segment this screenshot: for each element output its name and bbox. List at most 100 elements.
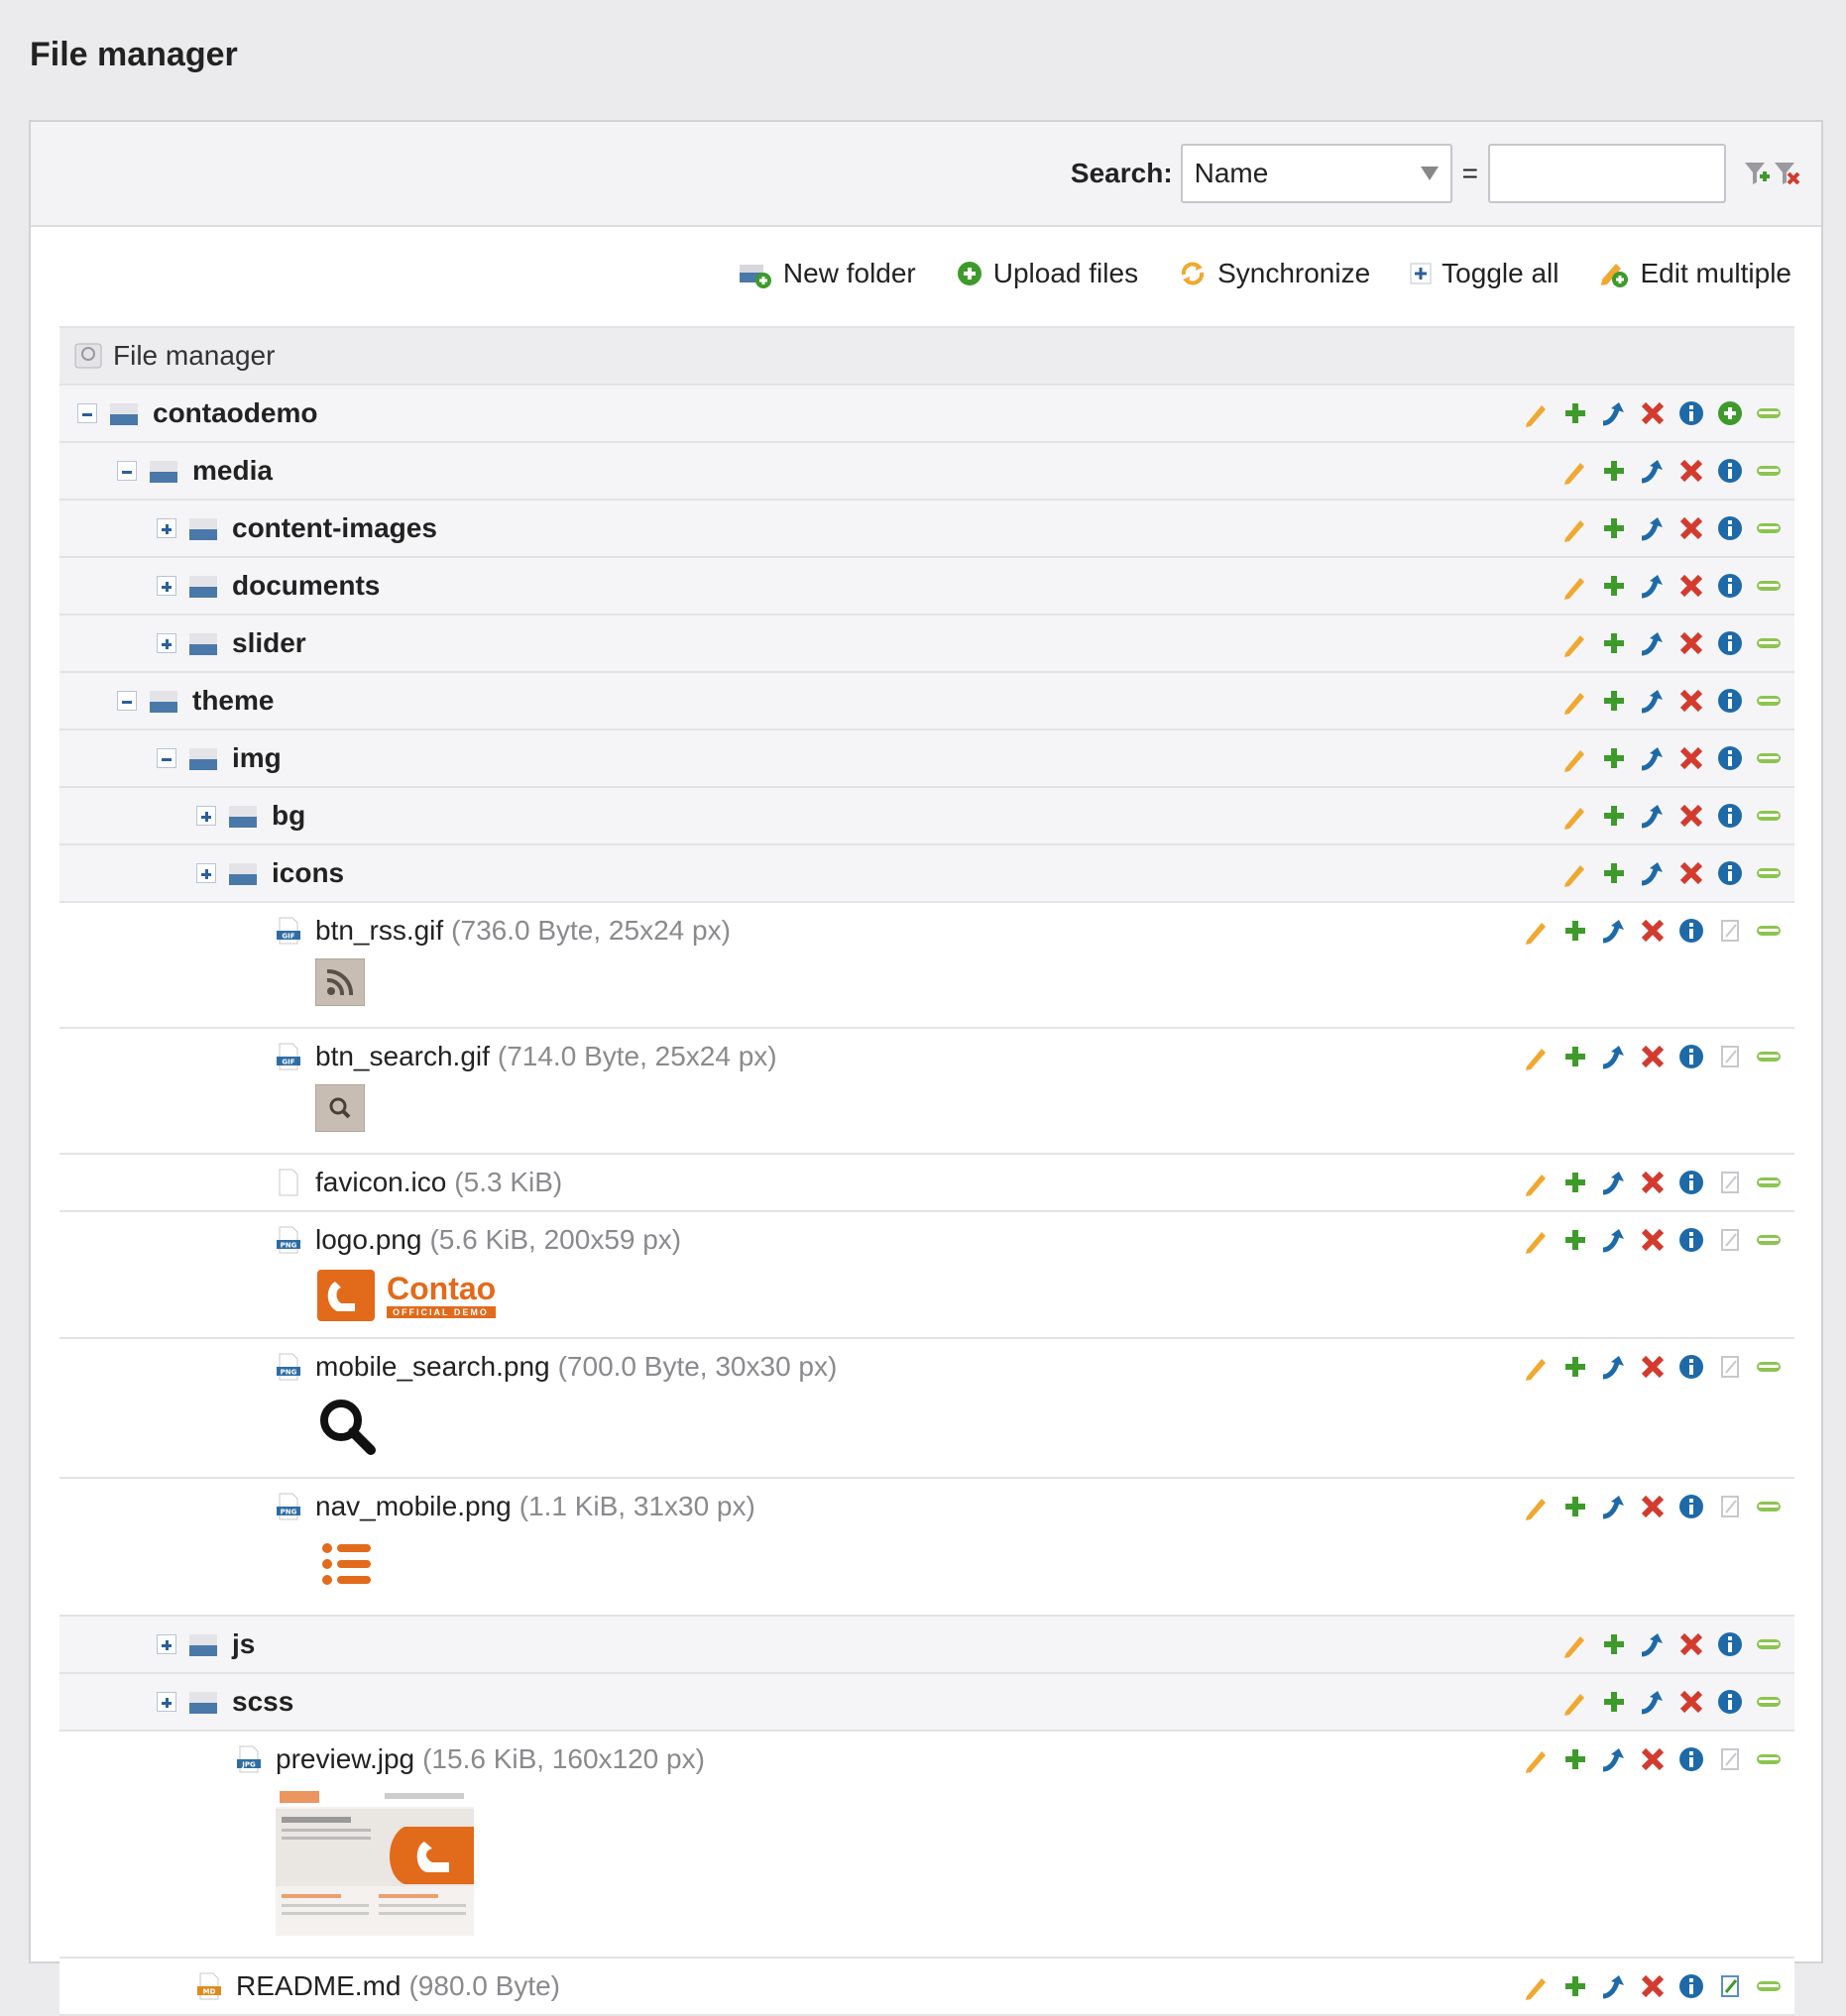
paste-after-icon[interactable] (1600, 572, 1628, 600)
drag-handle-icon[interactable] (1755, 1630, 1783, 1658)
move-icon[interactable] (1639, 859, 1667, 887)
edit-icon[interactable] (1561, 1688, 1589, 1716)
move-icon[interactable] (1600, 917, 1628, 945)
source-edit-icon[interactable] (1716, 1226, 1744, 1254)
file-name[interactable]: btn_search.gif (315, 1041, 490, 1072)
drag-handle-icon[interactable] (1755, 1688, 1783, 1716)
info-icon[interactable] (1677, 399, 1705, 427)
file-name[interactable]: btn_rss.gif (315, 915, 443, 947)
folder-name[interactable]: bg (272, 800, 305, 832)
delete-icon[interactable] (1639, 1353, 1667, 1381)
info-icon[interactable] (1677, 1972, 1705, 2000)
collapse-toggle[interactable] (117, 461, 137, 481)
expand-toggle[interactable] (157, 1692, 176, 1712)
paste-after-icon[interactable] (1600, 1630, 1628, 1658)
edit-icon[interactable] (1523, 1226, 1551, 1254)
paste-after-icon[interactable] (1600, 457, 1628, 485)
move-icon[interactable] (1639, 1688, 1667, 1716)
file-name[interactable]: preview.jpg (276, 1743, 414, 1775)
edit-icon[interactable] (1561, 514, 1589, 542)
folder-name[interactable]: icons (272, 857, 344, 889)
delete-icon[interactable] (1639, 1043, 1667, 1070)
folder-name[interactable]: theme (192, 685, 274, 717)
source-edit-icon[interactable] (1716, 1493, 1744, 1520)
info-icon[interactable] (1716, 514, 1744, 542)
expand-toggle[interactable] (157, 576, 176, 596)
delete-icon[interactable] (1677, 629, 1705, 657)
move-icon[interactable] (1600, 1353, 1628, 1381)
info-icon[interactable] (1677, 1353, 1705, 1381)
move-icon[interactable] (1639, 687, 1667, 715)
edit-icon[interactable] (1561, 1630, 1589, 1658)
paste-after-icon[interactable] (1561, 1043, 1589, 1070)
info-icon[interactable] (1716, 457, 1744, 485)
move-icon[interactable] (1639, 572, 1667, 600)
paste-after-icon[interactable] (1561, 1745, 1589, 1773)
info-icon[interactable] (1716, 572, 1744, 600)
paste-after-icon[interactable] (1561, 1226, 1589, 1254)
folder-name[interactable]: content-images (232, 512, 437, 544)
drag-handle-icon[interactable] (1755, 1226, 1783, 1254)
info-icon[interactable] (1716, 1688, 1744, 1716)
file-name[interactable]: nav_mobile.png (315, 1491, 512, 1522)
drag-handle-icon[interactable] (1755, 629, 1783, 657)
move-icon[interactable] (1600, 1745, 1628, 1773)
drag-handle-icon[interactable] (1755, 1353, 1783, 1381)
edit-icon[interactable] (1523, 1745, 1551, 1773)
info-icon[interactable] (1677, 1493, 1705, 1520)
info-icon[interactable] (1716, 1630, 1744, 1658)
delete-icon[interactable] (1677, 687, 1705, 715)
file-name[interactable]: logo.png (315, 1224, 421, 1256)
apply-filter-icon[interactable] (1742, 159, 1772, 188)
edit-icon[interactable] (1561, 572, 1589, 600)
delete-icon[interactable] (1639, 1169, 1667, 1196)
paste-after-icon[interactable] (1600, 687, 1628, 715)
synchronize-button[interactable]: Synchronize (1178, 258, 1370, 289)
drag-handle-icon[interactable] (1755, 1972, 1783, 2000)
info-icon[interactable] (1677, 1745, 1705, 1773)
drag-handle-icon[interactable] (1755, 802, 1783, 830)
edit-icon[interactable] (1523, 1043, 1551, 1070)
drag-handle-icon[interactable] (1755, 1493, 1783, 1520)
collapse-toggle[interactable] (77, 403, 97, 423)
drag-handle-icon[interactable] (1755, 1043, 1783, 1070)
collapse-toggle[interactable] (157, 748, 176, 768)
search-field-select[interactable]: Name (1180, 144, 1452, 203)
edit-icon[interactable] (1523, 1169, 1551, 1196)
delete-icon[interactable] (1639, 1493, 1667, 1520)
move-icon[interactable] (1600, 1493, 1628, 1520)
source-edit-icon[interactable] (1716, 917, 1744, 945)
edit-multiple-button[interactable]: Edit multiple (1598, 258, 1791, 289)
paste-after-icon[interactable] (1561, 917, 1589, 945)
drag-handle-icon[interactable] (1755, 917, 1783, 945)
delete-icon[interactable] (1677, 802, 1705, 830)
info-icon[interactable] (1716, 744, 1744, 772)
paste-after-icon[interactable] (1600, 859, 1628, 887)
toggle-all-button[interactable]: Toggle all (1410, 258, 1558, 289)
drag-handle-icon[interactable] (1755, 457, 1783, 485)
move-icon[interactable] (1639, 629, 1667, 657)
paste-after-icon[interactable] (1600, 629, 1628, 657)
delete-icon[interactable] (1677, 1630, 1705, 1658)
delete-icon[interactable] (1639, 917, 1667, 945)
expand-toggle[interactable] (157, 633, 176, 653)
drag-handle-icon[interactable] (1755, 859, 1783, 887)
folder-name[interactable]: media (192, 455, 273, 487)
upload-icon[interactable] (1716, 399, 1744, 427)
expand-toggle[interactable] (157, 1634, 176, 1654)
edit-icon[interactable] (1523, 1353, 1551, 1381)
paste-after-icon[interactable] (1561, 1493, 1589, 1520)
delete-icon[interactable] (1639, 399, 1667, 427)
drag-handle-icon[interactable] (1755, 1745, 1783, 1773)
paste-after-icon[interactable] (1600, 744, 1628, 772)
paste-after-icon[interactable] (1600, 1688, 1628, 1716)
info-icon[interactable] (1677, 1169, 1705, 1196)
info-icon[interactable] (1677, 1043, 1705, 1070)
upload-files-button[interactable]: Upload files (956, 258, 1138, 289)
source-edit-icon[interactable] (1716, 1745, 1744, 1773)
expand-toggle[interactable] (196, 863, 216, 883)
file-name[interactable]: README.md (236, 1970, 401, 2002)
folder-name[interactable]: img (232, 742, 282, 774)
collapse-toggle[interactable] (117, 691, 137, 711)
move-icon[interactable] (1639, 802, 1667, 830)
